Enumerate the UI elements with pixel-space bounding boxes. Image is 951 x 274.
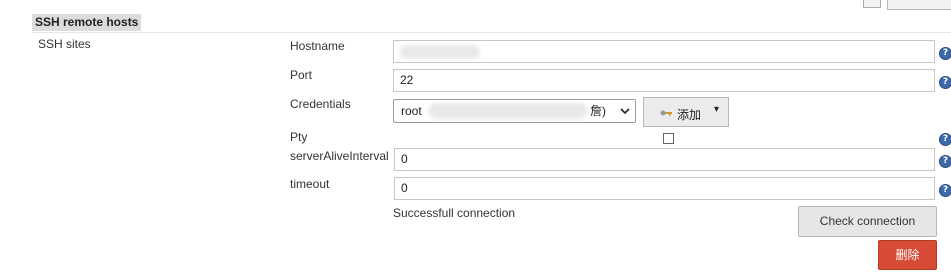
- delete-button[interactable]: 删除: [878, 240, 937, 270]
- top-apply-button[interactable]: [887, 0, 951, 10]
- server-alive-interval-input[interactable]: 0: [394, 148, 935, 171]
- server-alive-interval-help-icon[interactable]: ?: [939, 155, 951, 168]
- credentials-selected-prefix: root: [401, 104, 422, 118]
- chevron-down-icon: [620, 100, 630, 130]
- add-credentials-button[interactable]: 添加 ▾: [643, 97, 729, 127]
- credentials-select[interactable]: root 詹): [393, 99, 636, 123]
- port-value: 22: [400, 73, 414, 87]
- section-divider: [32, 32, 951, 33]
- credentials-selected-suffix: 詹): [590, 104, 606, 118]
- credentials-label: Credentials: [290, 97, 351, 111]
- check-connection-button[interactable]: Check connection: [798, 206, 937, 237]
- timeout-input[interactable]: 0: [394, 177, 935, 200]
- port-help-icon[interactable]: ?: [939, 76, 951, 89]
- section-title: SSH remote hosts: [32, 14, 142, 31]
- timeout-value: 0: [401, 181, 408, 195]
- hostname-label: Hostname: [290, 39, 345, 53]
- port-label: Port: [290, 68, 313, 82]
- timeout-label: timeout: [290, 177, 330, 191]
- top-mini-control[interactable]: [863, 0, 881, 8]
- credentials-redaction: [428, 103, 588, 119]
- ssh-sites-label: SSH sites: [38, 37, 91, 51]
- hostname-redaction: [400, 45, 480, 59]
- timeout-help-icon[interactable]: ?: [939, 184, 951, 197]
- hostname-help-icon[interactable]: ?: [939, 47, 951, 60]
- pty-help-icon[interactable]: ?: [939, 133, 951, 146]
- server-alive-interval-value: 0: [401, 152, 408, 166]
- dropdown-icon: ▾: [714, 104, 720, 115]
- hostname-input[interactable]: [393, 40, 935, 63]
- key-icon: [660, 107, 673, 121]
- port-input[interactable]: 22: [393, 69, 935, 92]
- server-alive-interval-label: serverAliveInterval: [290, 149, 389, 163]
- connection-status: Successfull connection: [393, 206, 516, 220]
- pty-checkbox[interactable]: [663, 133, 674, 144]
- pty-label: Pty: [290, 130, 308, 144]
- add-button-label: 添加: [677, 108, 702, 122]
